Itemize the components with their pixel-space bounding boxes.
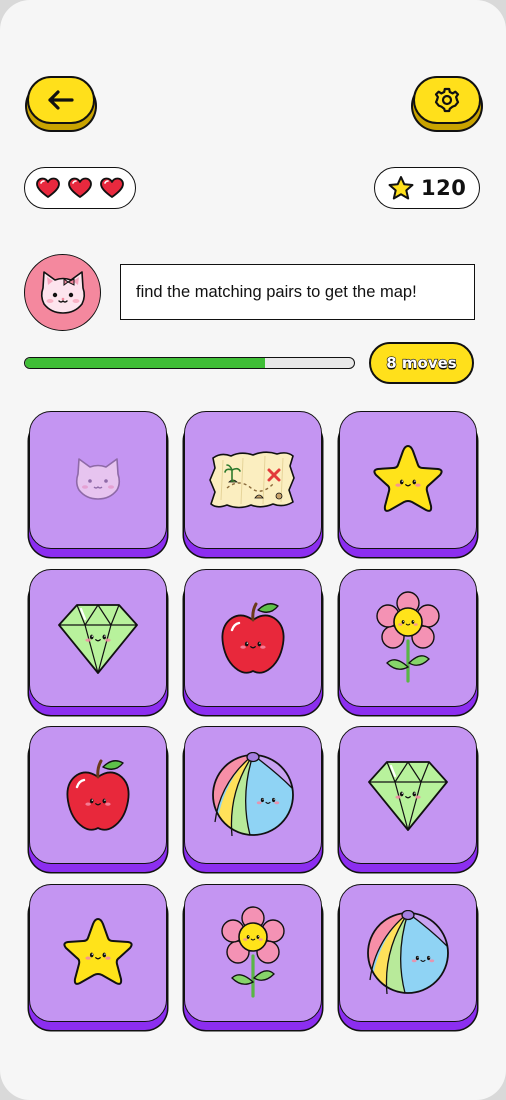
card-flower[interactable] [184,884,322,1022]
apple-icon [221,602,285,674]
card-star[interactable] [29,884,167,1022]
apple-icon [66,759,130,831]
guide-message-bubble: find the matching pairs to get the map! [120,264,475,320]
star-card-icon [373,445,443,512]
cat-face-icon [40,270,85,314]
score-value: 120 [421,176,467,200]
star-card-icon [63,918,133,985]
card-apple[interactable] [29,726,167,864]
lives-counter [24,167,136,209]
card-flower[interactable] [339,569,477,707]
moves-counter: 8 moves [369,342,474,384]
card-star[interactable] [339,411,477,549]
arrow-left-icon [48,90,74,110]
heart-icon [68,177,92,198]
card-beach-ball[interactable] [339,884,477,1022]
heart-icon [100,177,124,198]
treasure-map-icon [209,451,295,509]
cat-avatar [24,254,101,331]
game-screen: 120 find the matching pairs to get the m… [0,0,506,1100]
settings-button[interactable] [413,76,481,124]
card-apple[interactable] [184,569,322,707]
heart-icon [36,177,60,198]
flower-icon [376,591,440,683]
diamond-icon [58,604,138,674]
guide-message: find the matching pairs to get the map! [136,282,417,301]
diamond-icon [368,761,448,831]
cat-card-icon [75,458,121,500]
flower-icon [221,906,285,998]
progress-fill [25,358,266,368]
score-counter: 120 [374,167,480,209]
progress-bar [24,357,355,369]
card-diamond[interactable] [29,569,167,707]
card-grid [29,411,477,1031]
card-beach-ball[interactable] [184,726,322,864]
card-treasure-map[interactable] [184,411,322,549]
star-icon [388,175,414,199]
back-button[interactable] [27,76,95,124]
gear-icon [434,87,460,113]
card-cat[interactable] [29,411,167,549]
card-diamond[interactable] [339,726,477,864]
beach-ball-icon [212,752,294,837]
moves-label: 8 moves [386,353,458,372]
beach-ball-icon [367,910,449,995]
